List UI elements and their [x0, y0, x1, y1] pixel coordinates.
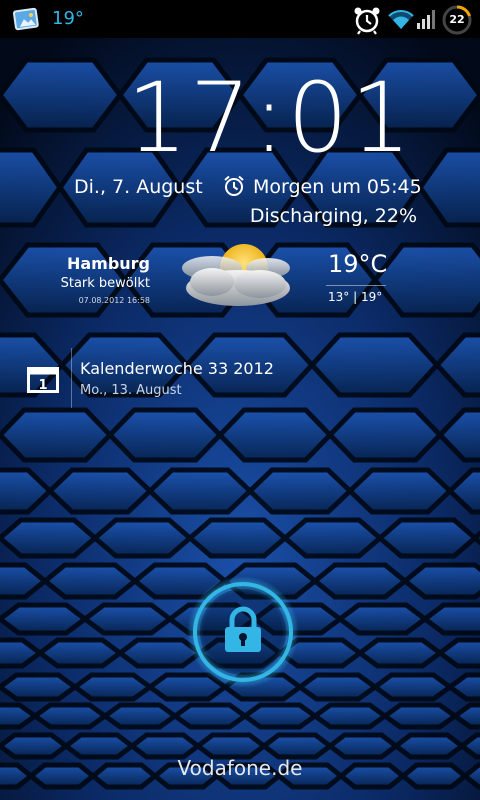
- wallpaper-hex-cell: [46, 467, 154, 515]
- wallpaper-hex-cell: [193, 732, 269, 760]
- wallpaper-hex-cell: [376, 517, 479, 559]
- wallpaper-hex-cell: [0, 602, 90, 636]
- wallpaper-hex-cell: [346, 467, 454, 515]
- calendar-week-subtitle: Mo., 13. August: [80, 383, 182, 398]
- wallpaper-hex-cell: [91, 517, 194, 559]
- battery-level-text: 22: [449, 13, 465, 26]
- wallpaper-hex-cell: [240, 702, 320, 730]
- lockscreen-clock: 17:01: [126, 62, 414, 174]
- status-bar: 19° 22: [0, 0, 480, 38]
- next-alarm-text: Morgen um 05:45: [253, 176, 422, 198]
- wallpaper-hex-cell: [401, 562, 480, 600]
- wallpaper-hex-cell: [30, 702, 110, 730]
- wallpaper-hex-cell: [35, 637, 125, 669]
- calendar-icon: 1: [27, 367, 59, 393]
- alarm-clock-icon: [354, 7, 380, 35]
- wallpaper-hex-cell: [146, 467, 254, 515]
- wallpaper-hex-cell: [216, 407, 334, 463]
- wallpaper-hex-cell: [100, 702, 180, 730]
- wallpaper-hex-cell: [0, 672, 80, 702]
- wallpaper-hex-cell: [0, 407, 114, 463]
- wallpaper-hex-cell: [0, 517, 99, 559]
- battery-status-text: Discharging, 22%: [249, 205, 417, 227]
- wallpaper-hex-cell: [335, 602, 430, 636]
- wallpaper-hex-cell: [61, 732, 137, 760]
- wallpaper-hex-cell: [281, 517, 384, 559]
- wallpaper-hex-cell: [311, 562, 409, 600]
- carrier-label: Vodafone.de: [177, 756, 303, 780]
- wallpaper-hex-cell: [295, 672, 380, 702]
- weather-temperature-range: 13° | 19°: [328, 290, 383, 304]
- weather-divider: [326, 285, 386, 286]
- wallpaper-hex-cell: [326, 407, 444, 463]
- partly-cloudy-icon: [182, 244, 290, 306]
- wallpaper-hex-cell: [0, 57, 124, 133]
- signal-icon: [417, 10, 435, 29]
- weather-city: Hamburg: [66, 254, 150, 273]
- wallpaper-hex-cell: [186, 517, 289, 559]
- wallpaper-hex-cell: [41, 562, 139, 600]
- wallpaper-hex-cell: [106, 407, 224, 463]
- status-temperature: 19°: [52, 8, 84, 29]
- wallpaper-hex-cell: [370, 672, 455, 702]
- wallpaper-hex-cell: [308, 332, 441, 398]
- wallpaper-hex-cell: [0, 732, 71, 760]
- calendar-week-title: Kalenderwoche 33 2012: [80, 359, 274, 378]
- wallpaper-hex-cell: [246, 467, 354, 515]
- wallpaper-hex-cell: [380, 702, 460, 730]
- weather-temperature: 19°C: [328, 250, 388, 278]
- lockscreen-date: Di., 7. August: [74, 176, 203, 198]
- calendar-icon-day: 1: [38, 378, 47, 393]
- gallery-notification-icon[interactable]: [12, 7, 40, 33]
- wifi-icon: [388, 10, 414, 29]
- unlock-ring[interactable]: [187, 576, 299, 688]
- weather-updated-timestamp: 07.08.2012 16:58: [78, 296, 150, 305]
- weather-condition: Stark bewölkt: [60, 276, 150, 291]
- wallpaper-hex-cell: [80, 602, 175, 636]
- alarm-clock-icon: [224, 175, 244, 196]
- wallpaper-hex-cell: [310, 702, 390, 730]
- wallpaper-hex-cell: [391, 732, 467, 760]
- calendar-divider: [71, 348, 72, 408]
- wallpaper-hex-cell: [259, 732, 335, 760]
- wallpaper-hex-cell: [170, 702, 250, 730]
- wallpaper-hex-cell: [127, 732, 203, 760]
- wallpaper-hex-cell: [325, 732, 401, 760]
- wallpaper-hex-cell: [355, 637, 445, 669]
- wallpaper-hex-cell: [70, 672, 155, 702]
